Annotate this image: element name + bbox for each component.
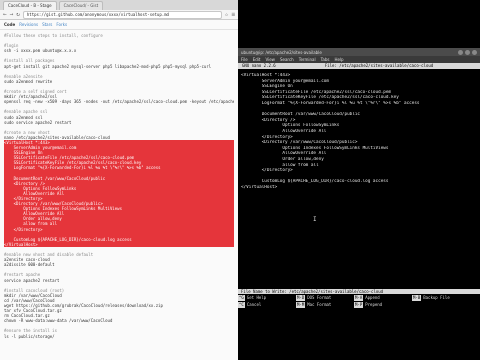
terminal-menubar: File Edit View Search Terminal Tabs Help [238,56,480,63]
reload-icon[interactable]: ↻ [16,10,20,19]
menu-item-help[interactable]: Help [334,57,343,62]
shortcut-row-1: ^G Get Help M-D DOS Format M-A Append M-B Backu… [238,295,480,301]
shortcut-label: Append [365,295,380,300]
minimize-icon[interactable] [458,49,463,55]
tab-forks[interactable]: Forks [56,22,67,27]
nano-shortcut[interactable]: M-D DOS Format [296,295,354,301]
maximize-icon[interactable] [465,49,470,55]
shortcut-label: DOS Format [307,295,332,300]
terminal-window: ubuntu@ip: /etc/apache2/sites-available … [238,48,480,294]
shortcut-label: Get Help [246,295,267,300]
desktop-background-bottom [238,308,480,360]
menu-icon[interactable]: ≡ [231,10,235,19]
gist-content: Code Revisions Stars Forks #Follow these… [0,20,238,360]
nano-header: GNU nano 2.2.6 File: /etc/apache2/sites-… [238,63,480,69]
shortcut-key: M-D [296,295,306,301]
gist-code-listing: #Follow these steps to install, configur… [0,30,238,342]
back-arrow-icon[interactable]: ← [3,10,7,19]
menu-item-edit[interactable]: Edit [253,57,261,62]
menu-item-tabs[interactable]: Tabs [321,57,330,62]
nano-version: GNU nano 2.2.6 [242,63,276,68]
nano-editor-body[interactable]: <VirtualHost *:443> ServerAdmin your@ema… [238,69,480,190]
shortcut-key: ^G [238,295,245,301]
close-icon[interactable] [472,49,477,55]
nano-filename: File: /etc/apache2/sites-available/caco-… [324,63,434,68]
desktop-background-top [238,0,480,48]
url-input[interactable]: https://gist.github.com/anonymous/xxxx/v… [22,10,222,19]
browser-tab-bar: CaceCloud - B - Stage CaceCloud/ - Gist [0,0,238,10]
code-line: openssl req -new -x509 -days 365 -nodes … [4,99,234,105]
forward-arrow-icon[interactable]: → [10,10,14,19]
tab-code[interactable]: Code [4,22,15,27]
browser-tab-2[interactable]: CaceCloud/ - Gist [58,1,104,10]
menu-item-terminal[interactable]: Terminal [299,57,316,62]
tab-stars[interactable]: Stars [42,22,52,27]
browser-tab-1[interactable]: CaceCloud - B - Stage [3,1,57,10]
gist-tab-bar: Code Revisions Stars Forks [0,20,238,30]
shortcut-key: M-A [354,295,364,301]
code-line: ls -l public/storage/ [4,333,55,339]
nano-shortcut[interactable]: M-A Append [354,295,412,301]
menu-item-view[interactable]: View [265,57,275,62]
code-line: apt-get install git apache2 mysql-server… [4,63,212,69]
tab-revisions[interactable]: Revisions [19,22,38,27]
terminal-titlebar: ubuntu@ip: /etc/apache2/sites-available [238,48,480,56]
menu-item-file[interactable]: File [241,57,248,62]
browser-window: CaceCloud - B - Stage CaceCloud/ - Gist … [0,0,238,360]
shortcut-label: Backup File [423,295,450,300]
nano-shortcut[interactable]: M-B Backup File [412,295,470,301]
address-bar-row: ← → ↻ https://gist.github.com/anonymous/… [0,10,238,20]
star-icon[interactable]: ☆ [225,10,229,19]
editor-line: </VirtualHost> [241,184,278,190]
mouse-ibeam-cursor-icon: I [313,216,317,223]
nano-shortcut-bar: ^G Get Help M-D DOS Format M-A Append M-B Backu… [238,294,480,308]
terminal-title: ubuntu@ip: /etc/apache2/sites-available [241,49,322,55]
menu-item-search[interactable]: Search [280,57,294,62]
shortcut-key: M-B [412,295,422,301]
nano-shortcut[interactable]: ^G Get Help [238,295,296,301]
